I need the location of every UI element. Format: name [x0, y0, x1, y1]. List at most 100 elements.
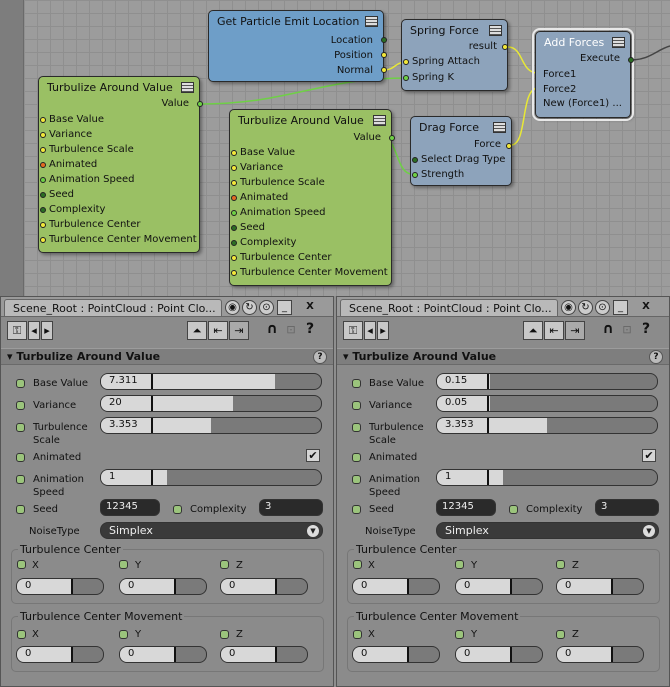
port-dot[interactable] — [381, 67, 387, 73]
port-dot[interactable] — [40, 222, 46, 228]
base-value-text[interactable]: 0.15 — [445, 375, 467, 386]
center-z-slider[interactable]: 0 — [556, 578, 644, 595]
help-icon[interactable]: ? — [313, 350, 327, 364]
node-drag-force[interactable]: Drag Force Force Select Drag Type Streng… — [410, 116, 512, 186]
turbulence-scale-text[interactable]: 3.353 — [109, 419, 138, 430]
complexity-field[interactable]: 3 — [259, 499, 323, 516]
seed-field[interactable]: 12345 — [436, 499, 496, 516]
center-x-slider[interactable]: 0 — [16, 578, 104, 595]
port-dot[interactable] — [40, 237, 46, 243]
magnet-icon[interactable]: ∩ — [599, 321, 617, 340]
port-dot[interactable] — [231, 255, 237, 261]
node-menu-icon[interactable] — [365, 16, 378, 27]
port-dot[interactable] — [231, 270, 237, 276]
magnet-icon[interactable]: ∩ — [263, 321, 281, 340]
center-y-slider[interactable]: 0 — [455, 578, 543, 595]
animate-toggle-icon[interactable] — [353, 560, 362, 569]
node-menu-icon[interactable] — [612, 37, 625, 48]
animation-speed-text[interactable]: 1 — [109, 471, 115, 482]
animate-toggle-icon[interactable] — [17, 630, 26, 639]
turbulence-scale-text[interactable]: 3.353 — [445, 419, 474, 430]
port-dot[interactable] — [40, 207, 46, 213]
node-turbulize-around-value-2[interactable]: Turbulize Around Value Value Base Value V… — [229, 109, 395, 286]
refresh-icon[interactable]: ↻ — [578, 300, 593, 315]
node-menu-icon[interactable] — [489, 25, 502, 36]
animate-toggle-icon[interactable] — [16, 505, 25, 514]
node-menu-icon[interactable] — [373, 115, 386, 126]
noise-type-select[interactable]: Simplex ▼ — [436, 522, 659, 539]
node-spring-force[interactable]: Spring Force result Spring Attach Spring… — [401, 19, 508, 91]
seed-field[interactable]: 12345 — [100, 499, 160, 516]
center-y-slider[interactable]: 0 — [119, 578, 207, 595]
help-icon[interactable]: ? — [637, 321, 655, 340]
base-value-slider[interactable]: 0.15 — [436, 373, 658, 390]
animate-toggle-icon[interactable] — [352, 423, 361, 432]
turbulence-scale-slider[interactable]: 3.353 — [436, 417, 658, 434]
base-value-text[interactable]: 7.311 — [109, 375, 138, 386]
movement-x-slider[interactable]: 0 — [352, 646, 440, 663]
help-icon[interactable]: ? — [301, 321, 319, 340]
port-dot[interactable] — [40, 162, 46, 168]
arrow-right-icon[interactable]: ▸ — [41, 321, 53, 340]
noise-type-select[interactable]: Simplex ▼ — [100, 522, 323, 539]
animate-toggle-icon[interactable] — [220, 630, 229, 639]
animate-toggle-icon[interactable] — [119, 630, 128, 639]
variance-slider[interactable]: 0.05 — [436, 395, 658, 412]
close-icon[interactable]: X — [631, 300, 661, 315]
port-dot[interactable] — [231, 165, 237, 171]
help-icon[interactable]: ? — [649, 350, 663, 364]
node-graph[interactable]: Get Particle Emit Location Location Posi… — [0, 0, 670, 296]
animation-speed-text[interactable]: 1 — [445, 471, 451, 482]
animate-toggle-icon[interactable] — [352, 401, 361, 410]
animate-toggle-icon[interactable] — [352, 475, 361, 484]
animate-toggle-icon[interactable] — [16, 379, 25, 388]
animate-toggle-icon[interactable] — [455, 630, 464, 639]
animate-toggle-icon[interactable] — [16, 401, 25, 410]
variance-text[interactable]: 20 — [109, 397, 122, 408]
minimize-icon[interactable]: _ — [277, 300, 292, 315]
port-dot[interactable] — [628, 57, 634, 63]
turbulence-scale-slider[interactable]: 3.353 — [100, 417, 322, 434]
movement-y-slider[interactable]: 0 — [119, 646, 207, 663]
lock-icon[interactable]: ⊙ — [259, 300, 274, 315]
animate-toggle-icon[interactable] — [352, 379, 361, 388]
animate-toggle-icon[interactable] — [16, 475, 25, 484]
animate-toggle-icon[interactable] — [220, 560, 229, 569]
port-dot[interactable] — [197, 101, 203, 107]
variance-slider[interactable]: 20 — [100, 395, 322, 412]
copy-icon[interactable]: ⏶ — [523, 321, 543, 340]
section-header[interactable]: ▾ Turbulize Around Value — [337, 348, 669, 365]
animated-checkbox[interactable]: ✔ — [306, 449, 320, 462]
node-menu-icon[interactable] — [493, 122, 506, 133]
animate-toggle-icon[interactable] — [556, 630, 565, 639]
paste-icon[interactable]: ⇤ — [208, 321, 228, 340]
movement-x-slider[interactable]: 0 — [16, 646, 104, 663]
port-dot[interactable] — [231, 180, 237, 186]
port-dot[interactable] — [231, 210, 237, 216]
refresh-icon[interactable]: ↻ — [242, 300, 257, 315]
eye-icon[interactable]: ◉ — [561, 300, 576, 315]
animate-toggle-icon[interactable] — [509, 505, 518, 514]
animate-toggle-icon[interactable] — [173, 505, 182, 514]
port-dot[interactable] — [381, 37, 387, 43]
animated-checkbox[interactable]: ✔ — [642, 449, 656, 462]
port-dot[interactable] — [506, 143, 512, 149]
center-x-slider[interactable]: 0 — [352, 578, 440, 595]
panel-title[interactable]: Scene_Root : PointCloud : Point Clo... — [4, 299, 222, 316]
port-dot[interactable] — [40, 132, 46, 138]
paste-alt-icon[interactable]: ⇥ — [565, 321, 585, 340]
copy-icon[interactable]: ⏶ — [187, 321, 207, 340]
port-dot[interactable] — [403, 59, 409, 65]
node-menu-icon[interactable] — [181, 82, 194, 93]
movement-y-slider[interactable]: 0 — [455, 646, 543, 663]
port-dot[interactable] — [502, 44, 508, 50]
key-icon[interactable]: ⚿ — [7, 321, 27, 340]
port-dot[interactable] — [412, 172, 418, 178]
port-dot[interactable] — [403, 75, 409, 81]
close-icon[interactable]: X — [295, 300, 325, 315]
animate-toggle-icon[interactable] — [556, 560, 565, 569]
arrow-left-icon[interactable]: ◂ — [364, 321, 376, 340]
port-dot[interactable] — [389, 135, 395, 141]
node-get-particle-emit-location[interactable]: Get Particle Emit Location Location Posi… — [208, 10, 387, 82]
section-header[interactable]: ▾ Turbulize Around Value — [1, 348, 333, 365]
